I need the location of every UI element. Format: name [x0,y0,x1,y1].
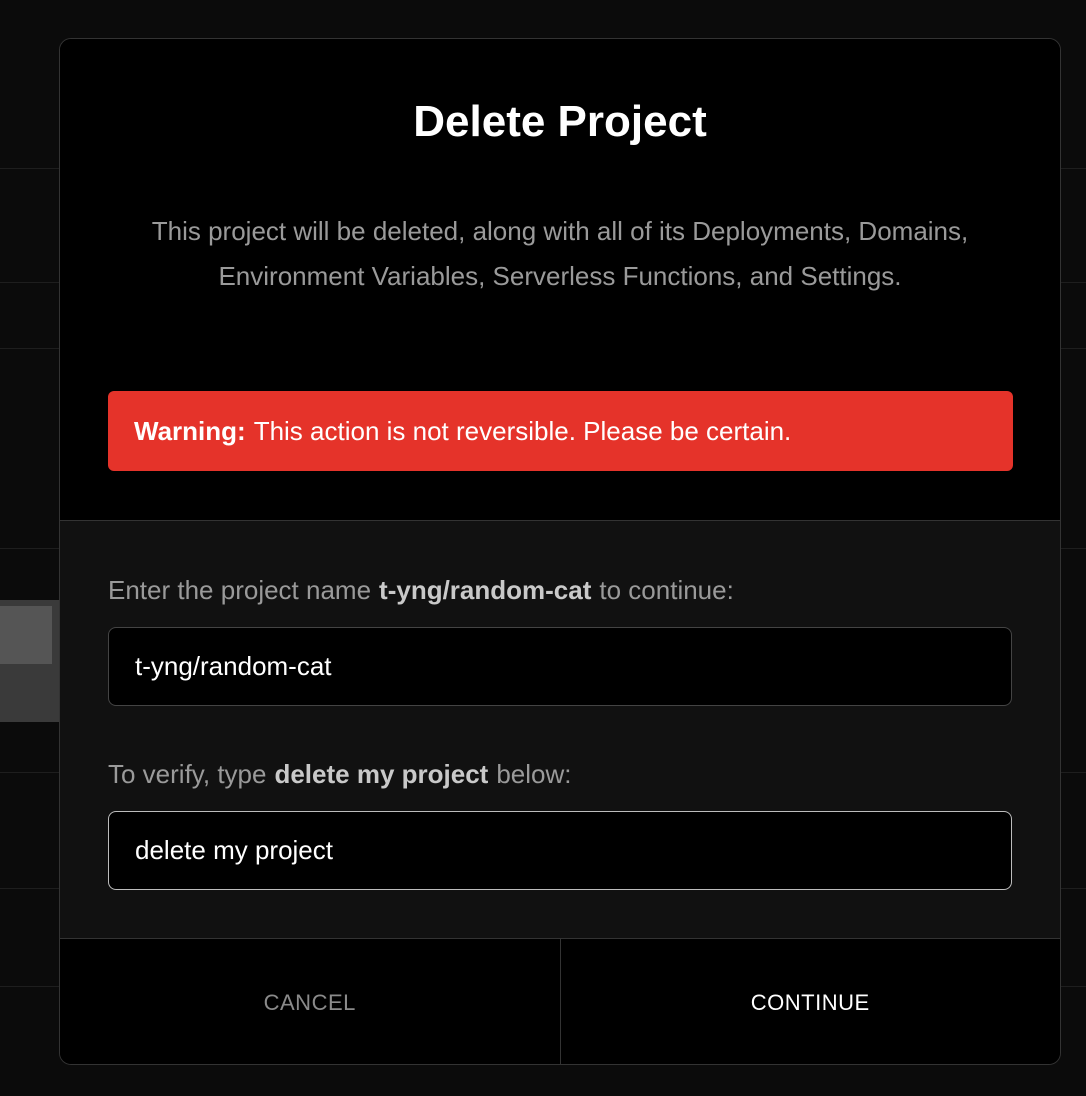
project-name-label-suffix: to continue: [599,575,734,605]
dialog-header: Delete Project This project will be dele… [60,39,1060,520]
verify-input[interactable]: delete my project [108,811,1012,890]
warning-label: Warning: [134,415,246,446]
project-name-label: Enter the project name t-yng/random-cat … [108,575,734,606]
dialog-body: Enter the project name t-yng/random-cat … [60,520,1060,938]
verify-label-suffix: below: [496,759,572,789]
project-name-input[interactable]: t-yng/random-cat [108,627,1012,706]
warning-text: This action is not reversible. Please be… [253,415,792,446]
warning-banner: Warning: This action is not reversible. … [108,391,1013,471]
background-thumbnail-image [0,606,52,664]
dialog-footer: CANCEL CONTINUE [60,938,1061,1064]
delete-project-dialog: Delete Project This project will be dele… [59,38,1061,1065]
project-name-label-name: t-yng/random-cat [379,575,592,605]
verify-label-phrase: delete my project [274,759,489,789]
verify-label: To verify, type delete my project below: [108,759,571,790]
verify-label-text: To verify, type [108,759,267,789]
dialog-title: Delete Project [413,97,707,146]
dialog-description: This project will be deleted, along with… [151,216,969,291]
cancel-button[interactable]: CANCEL [60,939,561,1064]
continue-button[interactable]: CONTINUE [561,939,1061,1064]
project-name-label-text: Enter the project name [108,575,372,605]
